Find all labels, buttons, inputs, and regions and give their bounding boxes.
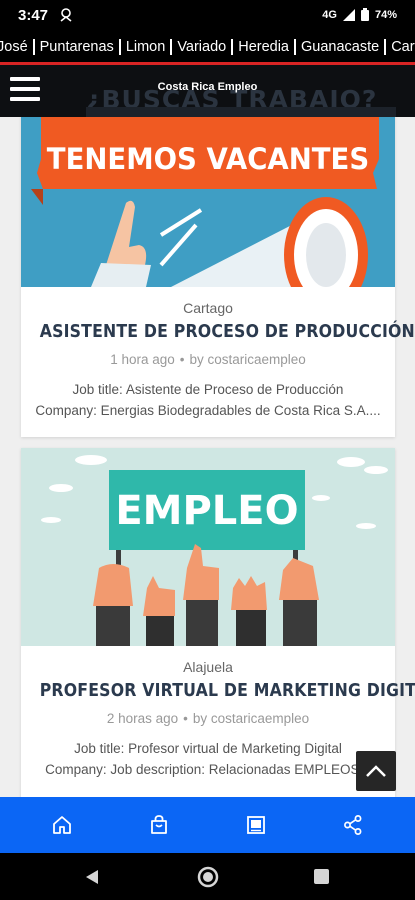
post-byline: 1 hora ago • by costaricaempleo [110,352,306,367]
app-header: ¿BUSCAS TRABAJO? Costa Rica Empleo [0,65,415,117]
post-author[interactable]: by costaricaempleo [189,352,305,367]
ticker-separator [118,39,121,55]
ticker-region-link[interactable]: Guanacaste [298,39,382,55]
recents-icon[interactable] [314,869,329,884]
post-region[interactable]: Cartago [21,287,395,316]
ticker-region-link[interactable]: José [0,39,31,55]
excerpt-line: Company: Job description: Relacionadas E… [45,762,371,777]
header-background-decoration [86,107,396,117]
document-icon [246,816,265,834]
post-title[interactable]: ASISTENTE DE PROCESO DE PRODUCCIÓN [40,322,415,342]
nav-jobs-button[interactable] [129,797,189,853]
scroll-to-top-button[interactable] [356,751,396,791]
chevron-up-icon [366,765,386,777]
status-indicators: 4G 74% [322,8,397,21]
nav-posts-button[interactable] [226,797,286,853]
post-image-empleo[interactable]: EMPLEO [21,448,395,646]
home-circle-icon[interactable] [196,865,220,889]
status-bar: 3:47 4G 74% [0,0,415,32]
post-excerpt: Job title: Profesor virtual de Marketing… [21,738,395,780]
post-author[interactable]: by costaricaempleo [193,711,309,726]
post-card[interactable]: EMPLEO Alajuela PROFESOR VIRTUAL DE MARK… [21,448,415,797]
post-title[interactable]: PROFESOR VIRTUAL DE MARKETING DIGITAL [40,681,415,701]
ticker-region-link[interactable]: Variado [174,39,229,55]
vacantes-banner-text: TENEMOS VACANTES [47,142,369,176]
post-card[interactable]: TENEMOS VACANTES Cartago ASISTENTE DE PR… [21,117,415,437]
battery-icon [360,8,369,21]
share-icon [343,815,362,835]
ticker-separator [170,39,173,55]
home-icon [53,816,72,834]
post-byline: 2 horas ago • by costaricaempleo [106,711,310,726]
network-type: 4G [322,8,337,21]
empleo-sign-text: EMPLEO [115,488,298,534]
ticker-region-link[interactable]: Heredia [235,39,292,55]
post-image-vacantes[interactable]: TENEMOS VACANTES [21,117,395,287]
excerpt-line: Job title: Profesor virtual de Marketing… [74,741,342,756]
region-ticker: José Puntarenas Limon Variado Heredia Guanaca… [0,32,415,62]
ticker-region-link[interactable]: Limon [123,39,169,55]
post-feed[interactable]: TENEMOS VACANTES Cartago ASISTENTE DE PR… [0,117,415,797]
ticker-separator [294,39,296,55]
shopping-bag-icon [151,815,168,834]
notification-icon [60,8,72,22]
post-time: 2 horas ago [106,711,179,726]
ticker-region-link[interactable]: Cart [388,39,415,55]
ticker-separator [384,39,387,55]
back-icon[interactable] [85,869,99,885]
nav-home-button[interactable] [32,797,92,853]
ticker-separator [32,39,35,55]
bottom-navigation [0,797,415,853]
battery-level: 74% [374,8,397,21]
post-time: 1 hora ago [110,352,175,367]
post-excerpt: Job title: Asistente de Proceso de Produ… [21,379,395,421]
ticker-separator [231,39,234,55]
post-region[interactable]: Alajuela [21,646,395,675]
signal-icon [342,8,355,21]
nav-share-button[interactable] [323,797,383,853]
excerpt-line: Company: Energias Biodegradables de Cost… [35,403,381,418]
ticker-region-link[interactable]: Puntarenas [37,39,117,55]
site-title: Costa Rica Empleo [157,81,258,93]
excerpt-line: Job title: Asistente de Proceso de Produ… [72,382,344,397]
system-navigation-bar [0,853,415,900]
status-time: 3:47 [18,7,49,24]
